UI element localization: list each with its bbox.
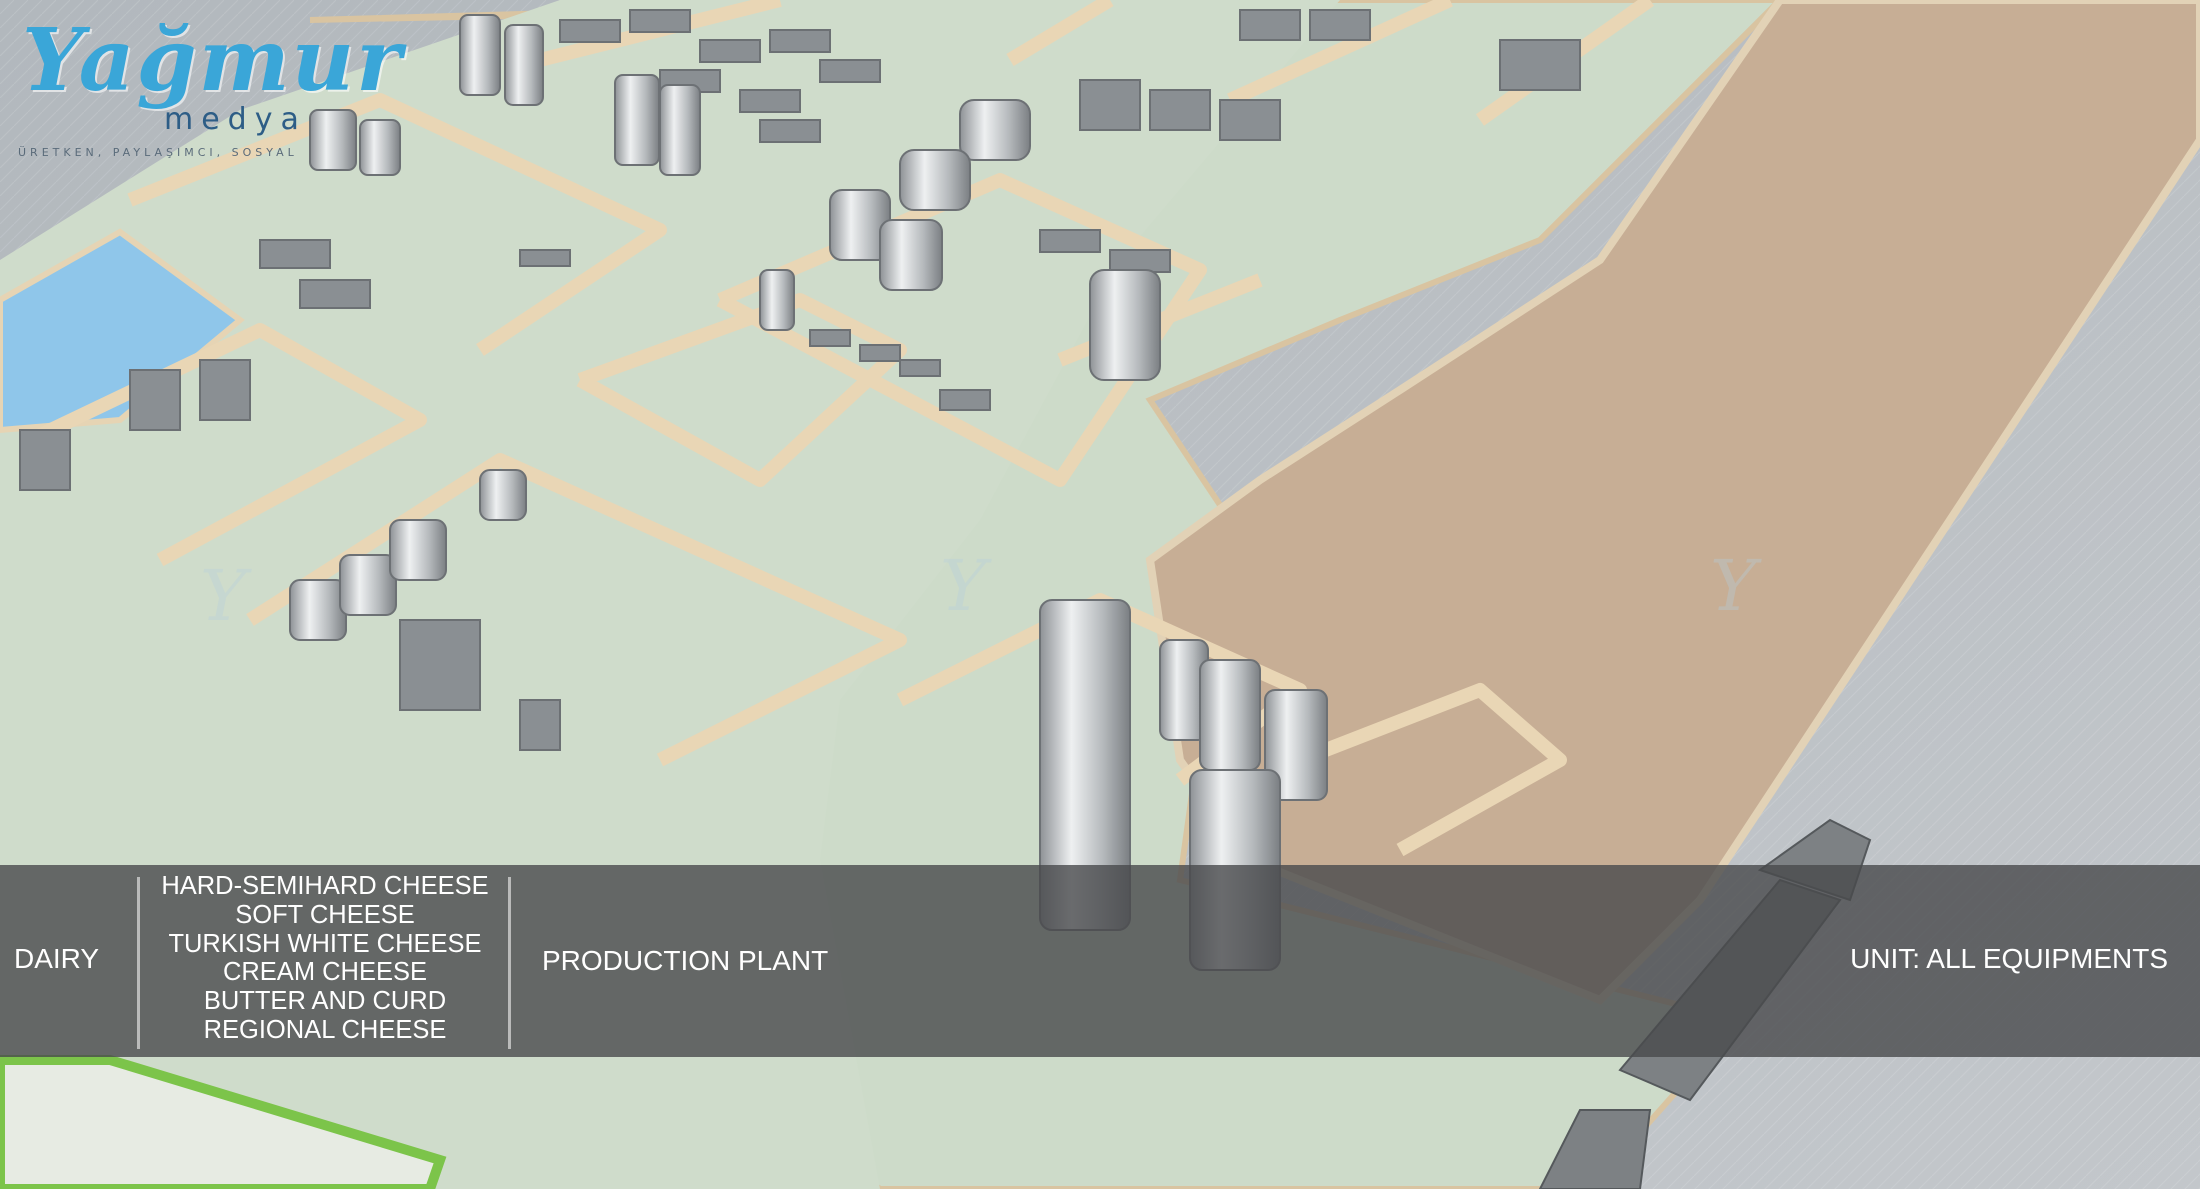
product-item: SOFT CHEESE (235, 900, 415, 929)
banner-divider (137, 877, 140, 1049)
logo-sub-text: medya (164, 102, 307, 137)
product-item: REGIONAL CHEESE (203, 1015, 447, 1044)
svg-text:Y: Y (200, 555, 252, 637)
product-list: HARD-SEMIHARD CHEESE SOFT CHEESE TURKISH… (145, 872, 505, 1045)
unit-label: UNIT: ALL EQUIPMENTS (1850, 943, 2168, 974)
facility-label: PRODUCTION PLANT (542, 945, 829, 976)
product-item: CREAM CHEESE (222, 958, 428, 987)
info-banner: DAIRY HARD-SEMIHARD CHEESE SOFT CHEESE T… (0, 865, 2200, 1057)
logo-script-text: Yağmur (22, 10, 404, 111)
svg-text:Y: Y (940, 545, 992, 627)
svg-text:Y: Y (1710, 545, 1762, 627)
banner-divider (508, 877, 511, 1049)
category-label: DAIRY (14, 943, 100, 974)
product-item: HARD-SEMIHARD CHEESE (161, 872, 489, 900)
product-item: TURKISH WHITE CHEESE (168, 929, 482, 958)
product-item: BUTTER AND CURD (203, 987, 447, 1016)
logo-tagline: ÜRETKEN, PAYLAŞIMCI, SOSYAL (18, 146, 298, 159)
brand-logo: Yağmur medya ÜRETKEN, PAYLAŞIMCI, SOSYAL (14, 10, 401, 160)
